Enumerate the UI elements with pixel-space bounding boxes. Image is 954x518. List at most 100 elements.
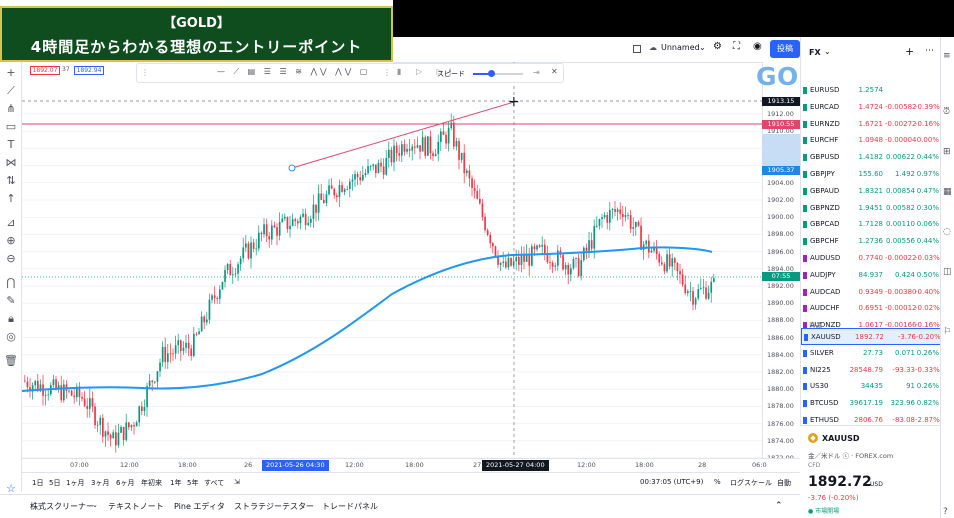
arrow-icon[interactable]: ↑ <box>4 192 18 206</box>
watchlist-row[interactable]: GBPCHF 1.2736 0.00556 0.44% <box>801 233 941 250</box>
log-toggle[interactable]: ログスケール <box>730 478 772 488</box>
range-1d[interactable]: 1日 <box>32 478 43 488</box>
watchlist-row[interactable]: GBPNZD 1.9451 0.00582 0.30% <box>801 200 941 217</box>
watchlist-row[interactable]: AUDCHF 0.6951 -0.00012 -0.02% <box>801 300 941 317</box>
row-symbol: EURCAD <box>810 102 840 111</box>
tab-pine-editor[interactable]: Pine エディタ <box>174 501 225 512</box>
ohlc-bid[interactable]: 1892.07 <box>30 66 60 75</box>
help-icon[interactable]: ? <box>943 507 948 517</box>
draw-tools-icons[interactable]: — ⟋ ▤ ☰ ☰ ≋ ⋀⋁ ⋀⋁ ▢ <box>217 67 370 77</box>
more-icon[interactable]: ⋯ <box>925 46 934 56</box>
zoom-out-icon[interactable]: ⊖ <box>4 252 18 266</box>
eye-icon[interactable]: ◎ <box>4 330 18 344</box>
skip-icon[interactable]: ⇥ <box>533 68 540 77</box>
watchlist-row[interactable]: US30 34435 91 0.26% <box>801 378 941 395</box>
pattern-icon[interactable]: ⋈ <box>4 156 18 170</box>
drag-handle-icon[interactable]: ⋮ <box>141 68 149 77</box>
close-icon[interactable]: ✕ <box>551 67 558 76</box>
row-last: 84.937 <box>858 270 884 279</box>
watchlist-icon[interactable]: ≡ <box>943 51 951 61</box>
chevron-down-icon[interactable]: ⌄ <box>699 43 706 52</box>
watchlist-row[interactable]: GBPUSD 1.4182 0.00622 0.44% <box>801 149 941 166</box>
tab-trade-panel[interactable]: トレードパネル <box>322 501 378 512</box>
detail-symbol[interactable]: XAUUSD <box>822 434 860 443</box>
price-chart[interactable]: + <box>22 62 762 458</box>
data-window-icon[interactable]: ⊞ <box>943 147 951 157</box>
trendline-icon[interactable]: ⟋ <box>4 84 18 98</box>
watchlist-row[interactable]: AUDUSD 0.7740 -0.00022 -0.03% <box>801 250 941 267</box>
time-axis[interactable]: 07:00 12:00 18:00 26 12:00 18:00 27 12:00 18:00 2… <box>22 458 800 472</box>
watchlist-row[interactable]: EURCHF 1.0948 -0.00004 0.00% <box>801 132 941 149</box>
drag-handle2-icon[interactable]: ⋮ <box>383 68 391 77</box>
watchlist-row[interactable]: GBPJPY 155.60 1.492 0.97% <box>801 166 941 183</box>
range-3m[interactable]: 3ヶ月 <box>91 478 109 488</box>
tab-text-notes[interactable]: テキストノート <box>108 501 164 512</box>
watchlist-row[interactable]: GBPAUD 1.8321 0.00854 0.47% <box>801 183 941 200</box>
chat-icon[interactable]: ◫ <box>943 267 952 277</box>
bell-icon[interactable]: ⚐ <box>943 327 951 337</box>
magnet-icon[interactable]: ⋂ <box>4 276 18 290</box>
add-symbol-icon[interactable]: + <box>905 45 914 58</box>
watchlist-row[interactable]: BTCUSD 39617.19 323.96 0.82% <box>801 395 941 412</box>
gear-icon[interactable]: ⚙ <box>713 41 722 52</box>
chart-area[interactable]: + <box>22 62 762 458</box>
watchlist-row[interactable]: NI225 28548.79 -93.33 -0.33% <box>801 362 941 379</box>
camera-icon[interactable]: ◉ <box>753 41 762 52</box>
ideas-icon[interactable]: ◌ <box>943 227 951 237</box>
chevron-down-icon[interactable]: ⌄ <box>92 501 98 509</box>
auto-toggle[interactable]: 自動 <box>777 478 791 488</box>
symbol-flag <box>803 221 807 229</box>
crosshair-icon[interactable]: + <box>4 66 18 80</box>
tab-stock-screener[interactable]: 株式スクリーナー <box>30 501 94 512</box>
candle-body <box>213 295 216 298</box>
trash-icon[interactable]: 🗑︎ <box>4 354 18 368</box>
ruler-icon[interactable]: ⊿ <box>4 216 18 230</box>
clock[interactable]: 00:37:05 (UTC+9) <box>640 478 703 486</box>
lock-drawing-icon[interactable]: ✎ <box>4 294 18 308</box>
range-5d[interactable]: 5日 <box>49 478 60 488</box>
speed-slider-thumb[interactable] <box>488 70 495 77</box>
layout-name[interactable]: Unnamed <box>661 43 700 52</box>
trend-line-handle[interactable] <box>288 164 296 172</box>
watchlist-row[interactable]: SILVER 27.73 0.071 0.26% <box>801 345 941 362</box>
watchlist-title[interactable]: FX <box>809 48 821 57</box>
tab-strategy-tester[interactable]: ストラテジーテスター <box>234 501 314 512</box>
range-1y[interactable]: 1年 <box>170 478 181 488</box>
candle-body <box>372 164 375 167</box>
trend-line[interactable] <box>291 101 515 169</box>
text-icon[interactable]: T <box>4 138 18 152</box>
fullscreen-icon[interactable]: ⛶ <box>733 41 740 52</box>
row-symbol: ETHUSD <box>810 416 839 424</box>
range-6m[interactable]: 6ヶ月 <box>116 478 134 488</box>
candle-body <box>580 260 583 277</box>
lock-icon[interactable]: 🔒︎ <box>4 312 18 326</box>
candle-body <box>453 122 455 147</box>
watchlist-row[interactable]: GBPCAD 1.7128 0.00110 0.06% <box>801 216 941 233</box>
date-range-icon[interactable]: ⇲ <box>234 478 240 486</box>
collapse-icon[interactable]: ⌃ <box>775 501 783 511</box>
alert-icon[interactable]: ⏰︎ <box>943 107 950 117</box>
watchlist-row[interactable]: EURNZD 1.6721 -0.00272 -0.16% <box>801 116 941 133</box>
chevron-down-icon[interactable]: ⌄ <box>824 47 831 56</box>
watchlist-row[interactable]: EURCAD 1.4724 -0.00582 -0.39% <box>801 99 941 116</box>
range-all[interactable]: すべて <box>204 478 224 488</box>
watchlist-row[interactable]: AUDCAD 0.9349 -0.00380 -0.40% <box>801 284 941 301</box>
percent-toggle[interactable]: % <box>714 478 721 486</box>
publish-button[interactable]: 投稿 <box>770 40 800 58</box>
watchlist-row[interactable]: EURUSD 1.2574 <box>801 82 941 99</box>
candle-body <box>55 379 57 390</box>
range-ytd[interactable]: 年初来 <box>141 478 162 488</box>
forecast-icon[interactable]: ⇅ <box>4 174 18 188</box>
watchlist-row[interactable]: XAUUSD 1892.72 -3.76 -0.20% <box>801 328 941 345</box>
ohlc-ask[interactable]: 1892.94 <box>74 66 104 75</box>
range-5y[interactable]: 5年 <box>187 478 198 488</box>
zoom-in-icon[interactable]: ⊕ <box>4 234 18 248</box>
checkbox-icon[interactable] <box>633 45 641 53</box>
calendar-icon[interactable]: ▦ <box>943 187 952 197</box>
candle-body <box>198 331 200 335</box>
pitchfork-icon[interactable]: ⋔ <box>4 102 18 116</box>
shape-icon[interactable]: ▭ <box>4 120 18 134</box>
watchlist-row[interactable]: AUDJPY 84.937 0.424 0.50% <box>801 267 941 284</box>
range-1m[interactable]: 1ヶ月 <box>66 478 84 488</box>
candle-body <box>83 398 86 406</box>
